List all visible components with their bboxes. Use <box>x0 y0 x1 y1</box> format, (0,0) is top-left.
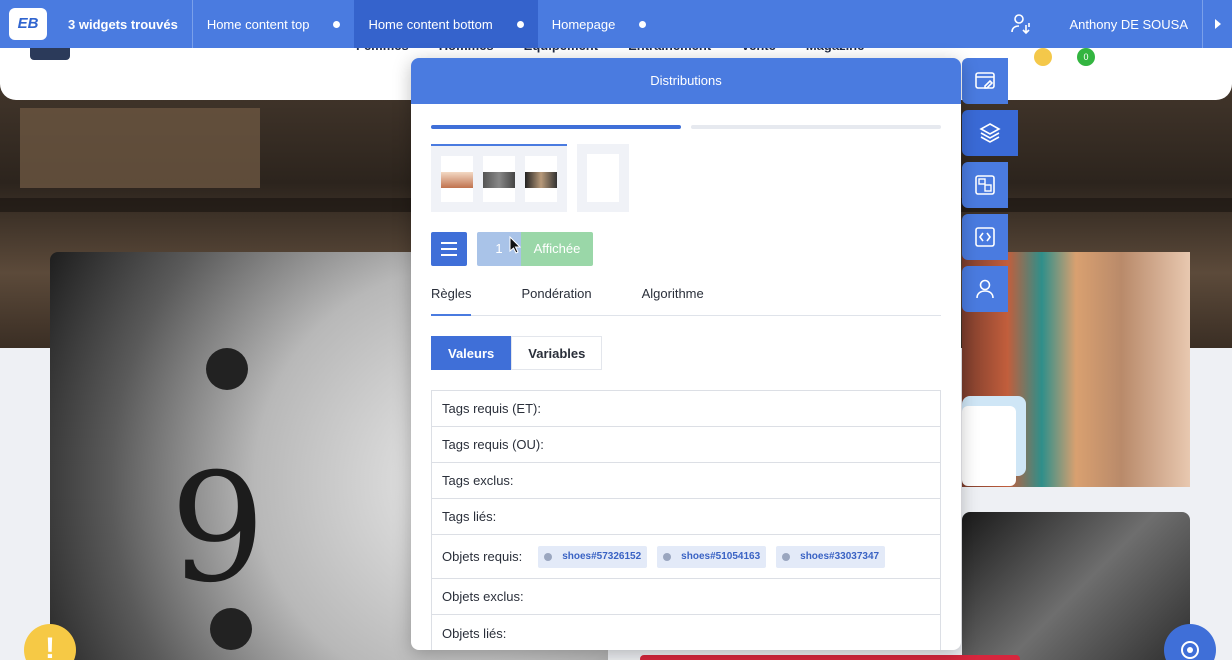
object-tag-label: shoes#33037347 <box>800 551 880 562</box>
rules-list: Tags requis (ET): Tags requis (OU): Tags… <box>431 390 941 650</box>
hamburger-icon-line <box>441 248 457 250</box>
popover-card <box>962 406 1016 486</box>
tab-label: Home content bottom <box>368 16 493 32</box>
rule-row-required-objects[interactable]: Objets requis: shoes#57326152 shoes#5105… <box>432 535 940 579</box>
variant-thumbnail <box>525 156 557 202</box>
variant-thumbnail <box>483 156 515 202</box>
template-icon <box>975 175 995 195</box>
tab-regles[interactable]: Règles <box>431 280 472 316</box>
thumbnail-image <box>441 172 473 188</box>
code-button[interactable] <box>962 214 1008 260</box>
menu-button[interactable] <box>431 232 467 266</box>
rule-row-linked-tags[interactable]: Tags liés: <box>432 499 940 535</box>
clock-marker <box>206 348 248 390</box>
rule-row-excluded-objects[interactable]: Objets exclus: <box>432 579 940 615</box>
distribution-variant-selected[interactable] <box>431 144 567 212</box>
object-tag-label: shoes#51054163 <box>681 551 761 562</box>
hero-crate <box>20 108 260 188</box>
cart-badge: 0 <box>1077 48 1095 66</box>
edit-widget-button[interactable] <box>962 58 1008 104</box>
widget-toolbar: EB 3 widgets trouvés Home content top Ho… <box>0 0 1232 48</box>
templates-button[interactable] <box>962 162 1008 208</box>
dot-icon <box>639 20 647 28</box>
tab-home-content-top[interactable]: Home content top <box>193 0 355 48</box>
gear-icon <box>1181 641 1199 659</box>
variables-button[interactable]: Variables <box>511 336 603 370</box>
tab-label: Homepage <box>551 16 616 32</box>
clock-numeral: 9 <box>170 442 266 616</box>
dot-icon <box>544 552 553 561</box>
hamburger-icon-line <box>441 254 457 256</box>
object-tag[interactable]: shoes#51054163 <box>657 545 767 568</box>
step-progress <box>431 125 941 129</box>
settings-fab[interactable] <box>1164 624 1216 660</box>
audience-button[interactable] <box>962 266 1008 312</box>
rule-row-required-tags-and[interactable]: Tags requis (ET): <box>432 391 940 427</box>
dot-icon <box>516 20 524 28</box>
camera-card-image <box>962 512 1190 660</box>
value-mode-switch: Valeurs Variables <box>431 336 603 370</box>
rules-tabs: Règles Pondération Algorithme <box>431 280 941 316</box>
layers-button[interactable] <box>962 110 1018 156</box>
tab-homepage[interactable]: Homepage <box>538 0 661 48</box>
panel-title: Distributions <box>411 58 961 104</box>
tab-label: Home content top <box>206 16 310 32</box>
dot-icon <box>333 20 341 28</box>
rule-label: Tags liés: <box>442 509 497 524</box>
object-tag[interactable]: shoes#33037347 <box>776 545 886 568</box>
valeurs-button[interactable]: Valeurs <box>431 336 512 370</box>
tab-algorithme[interactable]: Algorithme <box>642 280 704 316</box>
user-icon <box>976 279 994 299</box>
collapse-toolbar-button[interactable] <box>1202 0 1232 48</box>
rule-row-excluded-tags[interactable]: Tags exclus: <box>432 463 940 499</box>
rule-label: Objets requis: <box>442 549 523 564</box>
thumbnail-image <box>525 172 557 188</box>
status-toggle[interactable]: 1 Affichée <box>477 232 593 266</box>
rule-label: Objets exclus: <box>442 589 524 604</box>
app-logo[interactable]: EB <box>0 0 56 48</box>
empty-slot <box>587 154 619 202</box>
rule-row-linked-objects[interactable]: Objets liés: <box>432 615 940 650</box>
rule-label: Objets liés: <box>442 625 507 641</box>
rule-label: Tags requis (ET): <box>442 401 541 416</box>
distributions-panel: Distributions 1 Affichée Règles Pondérat… <box>411 58 961 650</box>
switch-user-button[interactable] <box>998 0 1046 48</box>
progress-step-active[interactable] <box>431 125 681 129</box>
status-label: Affichée <box>521 232 593 266</box>
user-switch-icon <box>1010 14 1030 35</box>
hamburger-icon-line <box>441 242 457 244</box>
tab-ponderation[interactable]: Pondération <box>521 280 591 316</box>
tab-home-content-bottom[interactable]: Home content bottom <box>354 0 538 48</box>
promo-bar <box>640 655 1020 660</box>
dot-icon <box>663 552 672 561</box>
object-tag[interactable]: shoes#57326152 <box>538 545 648 568</box>
rule-label: Tags exclus: <box>442 473 514 488</box>
mouse-cursor-icon <box>509 236 521 254</box>
distribution-variant-empty[interactable] <box>577 144 629 212</box>
dot-icon <box>782 552 791 561</box>
thumbnail-image <box>483 172 515 188</box>
code-icon <box>975 227 995 247</box>
user-name[interactable]: Anthony DE SOUSA <box>1046 0 1203 48</box>
logo-mark: EB <box>9 8 47 40</box>
caret-right-icon <box>1214 19 1221 29</box>
widget-count: 3 widgets trouvés <box>56 0 193 48</box>
layers-icon <box>979 123 1001 143</box>
rule-row-required-tags-or[interactable]: Tags requis (OU): <box>432 427 940 463</box>
rule-label: Tags requis (OU): <box>442 437 544 452</box>
object-tag-label: shoes#57326152 <box>562 551 642 562</box>
object-tags: shoes#57326152 shoes#51054163 shoes#3303… <box>538 545 886 568</box>
wishlist-badge <box>1034 48 1052 66</box>
variant-thumbnail <box>441 156 473 202</box>
pencil-window-icon <box>975 72 995 89</box>
progress-step-inactive[interactable] <box>691 125 941 129</box>
